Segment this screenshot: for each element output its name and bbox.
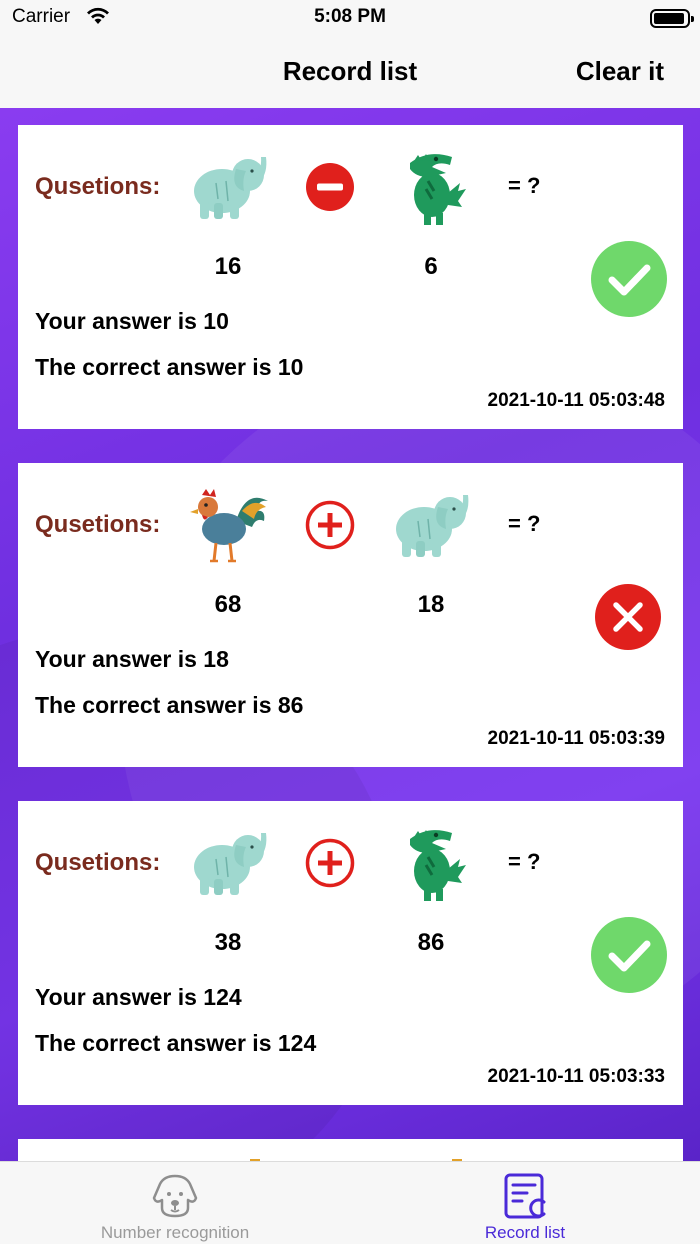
your-answer: Your answer is 10 bbox=[35, 308, 229, 334]
status-time: 5:08 PM bbox=[314, 6, 386, 27]
your-answer: Your answer is 124 bbox=[35, 984, 242, 1010]
equals-question: = ? bbox=[508, 173, 541, 198]
rooster-icon bbox=[190, 489, 268, 563]
question-label: Qusetions: bbox=[35, 849, 161, 876]
tab-label: Number recognition bbox=[100, 1223, 250, 1242]
record-card bbox=[18, 1139, 683, 1161]
tab-record-list[interactable]: Record list bbox=[350, 1162, 700, 1244]
elephant-icon bbox=[194, 833, 267, 895]
plus-icon bbox=[305, 500, 355, 550]
tab-label: Record list bbox=[484, 1223, 566, 1242]
dog-icon bbox=[152, 1174, 198, 1218]
record-card: Qusetions: = ? 38 86 Your answer is 124 … bbox=[18, 801, 683, 1105]
elephant-icon bbox=[396, 495, 469, 557]
crocodile-icon bbox=[410, 154, 466, 225]
record-list-icon bbox=[504, 1173, 546, 1219]
navigation-bar: Record list Clear it bbox=[0, 36, 700, 108]
equals-question: = ? bbox=[508, 511, 541, 536]
left-number: 38 bbox=[214, 929, 242, 956]
record-timestamp: 2021-10-11 05:03:39 bbox=[487, 728, 665, 749]
wrong-cross-icon bbox=[595, 584, 661, 650]
correct-answer: The correct answer is 10 bbox=[35, 354, 304, 380]
battery-icon bbox=[650, 9, 694, 28]
right-number: 86 bbox=[417, 929, 445, 956]
status-bar: Carrier 5:08 PM bbox=[0, 0, 700, 36]
correct-check-icon bbox=[591, 917, 667, 993]
record-timestamp: 2021-10-11 05:03:33 bbox=[487, 1066, 665, 1087]
left-number: 68 bbox=[214, 591, 242, 618]
correct-answer: The correct answer is 124 bbox=[35, 1030, 317, 1056]
record-card: Qusetions: = ? 68 18 Your answer is 18 T… bbox=[18, 463, 683, 767]
question-label: Qusetions: bbox=[35, 173, 161, 200]
partial-animal-icon bbox=[250, 1159, 260, 1161]
minus-icon bbox=[306, 163, 354, 211]
left-number: 16 bbox=[214, 253, 242, 280]
partial-animal-icon bbox=[452, 1159, 462, 1161]
correct-check-icon bbox=[591, 241, 667, 317]
tab-number-recognition[interactable]: Number recognition bbox=[0, 1162, 350, 1244]
plus-icon bbox=[305, 838, 355, 888]
elephant-icon bbox=[194, 157, 267, 219]
record-list[interactable]: Qusetions: = ? 16 6 Your answer is 10 Th… bbox=[0, 108, 700, 1161]
record-card: Qusetions: = ? 16 6 Your answer is 10 Th… bbox=[18, 125, 683, 429]
record-timestamp: 2021-10-11 05:03:48 bbox=[487, 390, 665, 411]
equals-question: = ? bbox=[508, 849, 541, 874]
right-number: 6 bbox=[424, 253, 438, 280]
right-number: 18 bbox=[417, 591, 445, 618]
tab-bar: Number recognition Record list bbox=[0, 1161, 700, 1244]
crocodile-icon bbox=[410, 830, 466, 901]
question-label: Qusetions: bbox=[35, 511, 161, 538]
correct-answer: The correct answer is 86 bbox=[35, 692, 304, 718]
clear-button[interactable]: Clear it bbox=[576, 56, 664, 87]
your-answer: Your answer is 18 bbox=[35, 646, 229, 672]
